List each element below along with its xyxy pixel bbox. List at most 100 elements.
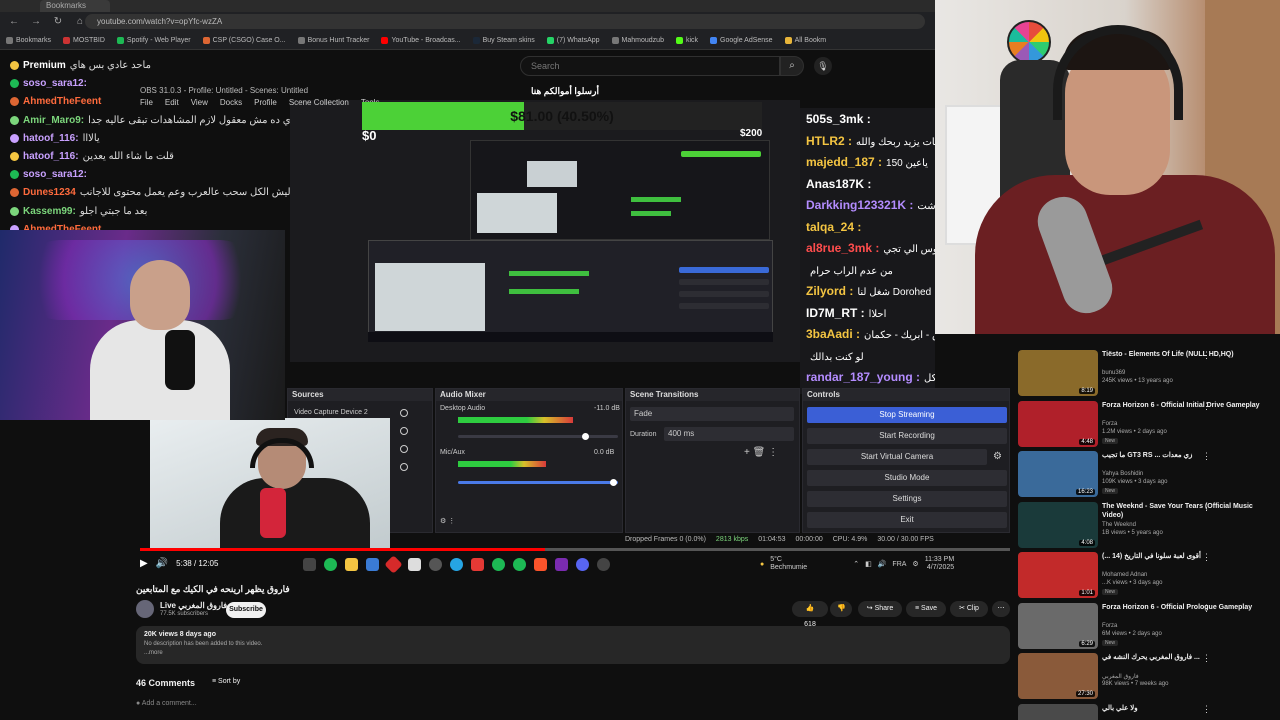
sort-by-button[interactable]: ≡ Sort by (212, 678, 240, 685)
network-icon[interactable]: ◧ (865, 560, 872, 568)
bookmark-item[interactable]: MOSTBID (63, 37, 105, 44)
volume-slider[interactable] (458, 481, 618, 484)
volume-slider[interactable] (458, 435, 618, 438)
eye-icon[interactable] (400, 409, 408, 417)
recommended-video[interactable]: 1:01 أقوى لعبة سلونا في التاريخ (14 ...) M… (1016, 552, 1280, 602)
video-thumbnail[interactable]: 1:01 (1018, 552, 1098, 598)
exit-button[interactable]: Exit (807, 512, 1007, 528)
settings-button[interactable]: Settings (807, 491, 1007, 507)
clock[interactable]: 11:33 PM 4/7/2025 (925, 556, 954, 572)
video-thumbnail[interactable]: 6:29 (1018, 602, 1098, 649)
recommended-title[interactable]: Forza Horizon 6 - Official Initial Drive… (1102, 401, 1262, 410)
recommended-video[interactable]: 4:08 The Weeknd - Save Your Tears (Offici… (1016, 501, 1280, 552)
clip-button[interactable]: ✂ Clip (950, 601, 988, 617)
bookmark-item[interactable]: Google AdSense (710, 37, 773, 44)
app-icon[interactable] (384, 554, 403, 574)
volume-icon[interactable]: 🔊 (878, 560, 887, 568)
avatar[interactable] (136, 600, 154, 618)
more-icon[interactable]: ⋮ (1202, 704, 1211, 715)
video-thumbnail[interactable]: 8:19 (1018, 350, 1098, 396)
add-transition-icon[interactable]: + 🗑 ⋮ (744, 447, 778, 458)
forward-icon[interactable]: → (30, 16, 42, 28)
weather-widget[interactable]: 5°C Bechmumie (770, 556, 807, 572)
more-icon[interactable]: ⋮ (1202, 552, 1211, 563)
xbox-icon[interactable] (492, 557, 505, 571)
duration-input[interactable]: 400 ms (664, 427, 794, 441)
save-button[interactable]: ≡ Save (906, 601, 946, 617)
more-icon[interactable]: ⋮ (1202, 350, 1211, 361)
bookmark-item[interactable]: Bookmarks (6, 37, 51, 44)
discord-icon[interactable] (576, 557, 589, 571)
play-icon[interactable]: ▶ (140, 558, 148, 569)
gear-icon[interactable]: ⚙ (912, 560, 918, 568)
app-icon[interactable] (471, 557, 484, 571)
volume-knob[interactable] (610, 479, 617, 486)
recommended-channel[interactable]: فاروق المغربي (1102, 673, 1139, 680)
bookmark-item[interactable]: All Bookm (784, 37, 826, 44)
more-icon[interactable]: ⋮ (1202, 603, 1211, 614)
share-button[interactable]: ↪ Share (858, 601, 902, 617)
bookmark-item[interactable]: CSP (CSGO) Case O... (202, 37, 286, 44)
recommended-title[interactable]: ما تجيب GT3 RS ... زي معدات (1102, 451, 1262, 460)
bookmark-item[interactable]: Spotify - Web Player (116, 37, 191, 44)
eye-icon[interactable] (400, 445, 408, 453)
telegram-icon[interactable] (450, 557, 463, 571)
more-icon[interactable]: ⋮ (1202, 653, 1211, 664)
stop-streaming-button[interactable]: Stop Streaming (807, 407, 1007, 423)
recommended-video[interactable]: 6:29 Forza Horizon 6 - Official Prologue … (1016, 602, 1280, 653)
more-icon[interactable]: ⋮ (1202, 401, 1211, 412)
bookmark-item[interactable]: kick (675, 37, 698, 44)
video-thumbnail[interactable] (1018, 703, 1098, 720)
taskview-icon[interactable] (303, 557, 316, 571)
eye-icon[interactable] (400, 427, 408, 435)
recommended-title[interactable]: Tiësto - Elements Of Life (NULL HD,HQ) (1102, 350, 1262, 359)
recommended-video[interactable]: 16:23 ما تجيب GT3 RS ... زي معدات Yahya Bo… (1016, 451, 1280, 501)
obs-icon[interactable] (597, 557, 610, 571)
obs-icon[interactable] (429, 557, 442, 571)
recommended-channel[interactable]: Yahya Boshidin (1102, 471, 1143, 477)
spotify-icon[interactable] (513, 557, 526, 571)
video-thumbnail[interactable]: 27:30 (1018, 653, 1098, 699)
more-icon[interactable]: ⋯ (992, 601, 1010, 617)
microphone-icon[interactable]: 🎙 (814, 57, 832, 75)
bookmark-item[interactable]: Buy Steam skins (472, 37, 535, 44)
dislike-button[interactable]: 👎 (830, 601, 852, 617)
chevron-up-icon[interactable]: ⌃ (853, 560, 859, 568)
add-comment-input[interactable]: ● Add a comment... (136, 700, 197, 707)
video-progress-bar[interactable] (140, 548, 1010, 551)
brave-icon[interactable] (534, 557, 547, 571)
gear-icon[interactable]: ⚙ (993, 451, 1002, 462)
bookmark-item[interactable]: YouTube - Broadcas... (381, 37, 461, 44)
like-button[interactable]: 👍 618 (792, 601, 828, 628)
bookmark-item[interactable]: (7) WhatsApp (546, 37, 600, 44)
channel-name[interactable]: Live فاروق المغربي (160, 601, 227, 610)
recommended-title[interactable]: فاروق المغربي يحرك النشه في ... (1102, 653, 1262, 662)
youtube-search-input[interactable]: Search (520, 56, 780, 76)
volume-icon[interactable]: 🔊 (156, 558, 168, 569)
video-thumbnail[interactable]: 4:08 (1018, 501, 1098, 548)
video-thumbnail[interactable]: 4:48 (1018, 400, 1098, 447)
notepad-icon[interactable] (408, 557, 421, 571)
more-icon[interactable]: ⋮ (1202, 451, 1211, 462)
recommended-channel[interactable]: Mohamed Adnan (1102, 572, 1147, 578)
volume-knob[interactable] (582, 433, 589, 440)
address-bar[interactable]: youtube.com/watch?v=opYfc-wzZA (85, 14, 925, 29)
recommended-channel[interactable]: The Weeknd (1102, 522, 1136, 528)
recommended-channel[interactable]: Forza (1102, 421, 1117, 427)
recommended-video[interactable]: 8:19 Tiësto - Elements Of Life (NULL HD,H… (1016, 350, 1280, 400)
start-recording-button[interactable]: Start Recording (807, 428, 1007, 444)
edge-icon[interactable] (366, 557, 379, 571)
bookmark-item[interactable]: Bonus Hunt Tracker (297, 37, 369, 44)
folder-icon[interactable] (345, 557, 358, 571)
video-thumbnail[interactable]: 16:23 (1018, 451, 1098, 497)
recommended-channel[interactable]: bunu369 (1102, 370, 1125, 376)
recommended-channel[interactable]: Forza (1102, 623, 1117, 629)
app-icon[interactable] (555, 557, 568, 571)
studio-mode-button[interactable]: Studio Mode (807, 470, 1007, 486)
eye-icon[interactable] (400, 463, 408, 471)
browser-tab[interactable]: Bookmarks (40, 0, 110, 12)
language-indicator[interactable]: FRA (892, 561, 906, 568)
more-icon[interactable]: ⋮ (1202, 502, 1211, 513)
video-description[interactable]: 20K views 8 days ago No description has … (136, 626, 1010, 664)
recommended-title[interactable]: Forza Horizon 6 - Official Prologue Game… (1102, 603, 1262, 612)
